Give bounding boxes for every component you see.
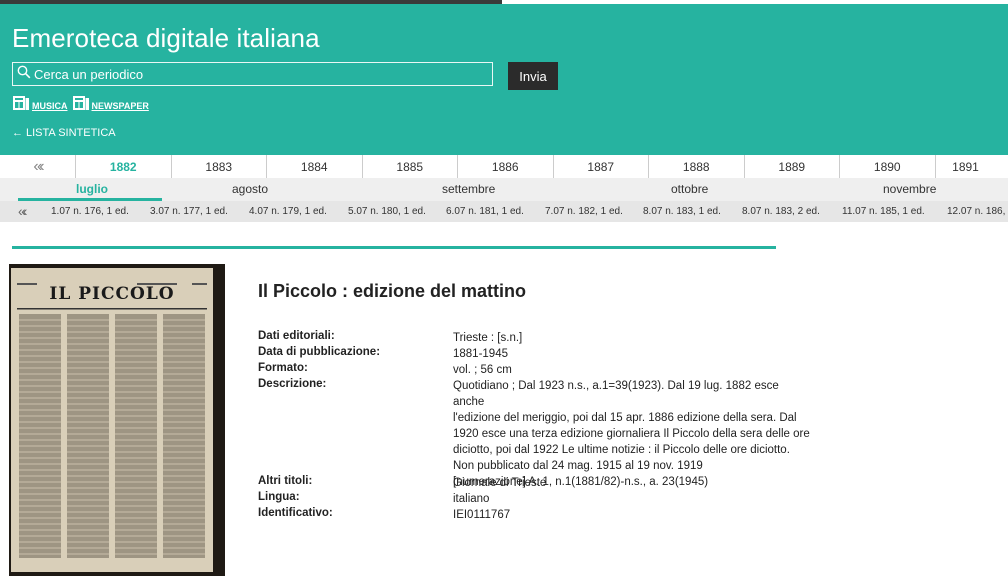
- newspaper-cover-image[interactable]: IL PICCOLO: [9, 264, 225, 576]
- site-title: Emeroteca digitale italiana: [12, 23, 320, 53]
- meta-value: 1881-1945: [453, 348, 508, 360]
- year-navigation: «‹ 1882 1883 1884 1885 1886 1887 1888 18…: [0, 155, 1008, 178]
- month-tab-agosto[interactable]: agosto: [232, 182, 268, 196]
- month-tab-novembre[interactable]: novembre: [883, 182, 936, 196]
- year-tab-1888[interactable]: 1888: [649, 155, 745, 178]
- month-tab-luglio[interactable]: luglio: [76, 182, 108, 196]
- newspaper-icon: [12, 95, 30, 116]
- newspaper-page: IL PICCOLO: [11, 268, 213, 572]
- search-box[interactable]: [12, 62, 493, 86]
- link-newspaper[interactable]: NEWSPAPER: [72, 95, 149, 116]
- year-tab-1886[interactable]: 1886: [458, 155, 554, 178]
- site-header: Emeroteca digitale italiana Invia MUSICA…: [0, 4, 1008, 155]
- meta-label: Data di pubblicazione:: [258, 346, 381, 358]
- meta-value: IEI0111767: [453, 509, 511, 521]
- link-newspaper-label[interactable]: NEWSPAPER: [92, 101, 149, 111]
- meta-value: Giornale di Trieste: [453, 477, 547, 489]
- description-line: Non pubblicato dal 24 mag. 1915 al 19 no…: [453, 460, 703, 472]
- page: Emeroteca digitale italiana Invia MUSICA…: [0, 0, 1008, 588]
- arrow-left-icon: ←: [12, 127, 23, 139]
- link-musica-label[interactable]: MUSICA: [32, 101, 68, 111]
- section-divider: [12, 246, 776, 249]
- description-line: l'edizione del meriggio, poi dal 15 apr.…: [453, 412, 797, 424]
- meta-label: Dati editoriali:: [258, 330, 335, 342]
- issue-item[interactable]: 6.07 n. 181, 1 ed.: [446, 206, 524, 217]
- issue-item[interactable]: 5.07 n. 180, 1 ed.: [348, 206, 426, 217]
- meta-value-descrizione: Quotidiano ; Dal 1923 n.s., a.1=39(1923)…: [453, 378, 813, 490]
- issue-navigation: «‹ 1.07 n. 176, 1 ed. 3.07 n. 177, 1 ed.…: [0, 201, 1008, 222]
- meta-label: Formato:: [258, 362, 308, 374]
- year-tab-1882[interactable]: 1882: [76, 155, 172, 178]
- meta-label: Altri titoli:: [258, 475, 313, 487]
- meta-label: Identificativo:: [258, 507, 333, 519]
- issue-item[interactable]: 8.07 n. 183, 1 ed.: [643, 206, 721, 217]
- meta-label: Lingua:: [258, 491, 300, 503]
- issue-item[interactable]: 12.07 n. 186,: [947, 206, 1005, 217]
- newspaper-icon: [72, 95, 90, 116]
- record-title: Il Piccolo : edizione del mattino: [258, 281, 527, 301]
- newspaper-masthead: IL PICCOLO: [49, 284, 175, 304]
- year-tab-1884[interactable]: 1884: [267, 155, 363, 178]
- back-to-list-label: LISTA SINTETICA: [26, 127, 116, 139]
- year-tab-1889[interactable]: 1889: [745, 155, 840, 178]
- year-tab-1890[interactable]: 1890: [840, 155, 936, 178]
- back-to-list-link[interactable]: ← LISTA SINTETICA: [12, 127, 116, 139]
- issue-item[interactable]: 11.07 n. 185, 1 ed.: [842, 206, 925, 217]
- meta-value: vol. ; 56 cm: [453, 364, 512, 376]
- description-line: diciotto, poi dal 1922 Le ultime notizie…: [453, 444, 790, 456]
- year-prev-button[interactable]: «‹: [0, 155, 76, 178]
- year-tab-1883[interactable]: 1883: [172, 155, 267, 178]
- description-line: Quotidiano ; Dal 1923 n.s., a.1=39(1923)…: [453, 380, 779, 408]
- issue-item[interactable]: 8.07 n. 183, 2 ed.: [742, 206, 820, 217]
- issue-item[interactable]: 3.07 n. 177, 1 ed.: [150, 206, 228, 217]
- newspaper-text-columns: [17, 308, 207, 558]
- search-icon: [17, 65, 31, 84]
- month-navigation: luglio agosto settembre ottobre novembre: [0, 178, 1008, 201]
- meta-value: Trieste : [s.n.]: [453, 332, 523, 344]
- issue-item[interactable]: 7.07 n. 182, 1 ed.: [545, 206, 623, 217]
- meta-value: italiano: [453, 493, 490, 505]
- submit-button[interactable]: Invia: [508, 62, 558, 90]
- collection-links: MUSICA NEWSPAPER: [12, 95, 149, 116]
- month-tab-ottobre[interactable]: ottobre: [671, 182, 708, 196]
- meta-label: Descrizione:: [258, 378, 327, 390]
- description-line: 1920 esce una terza edizione giornaliera…: [453, 428, 810, 440]
- search-input[interactable]: [31, 64, 471, 84]
- month-tab-settembre[interactable]: settembre: [442, 182, 495, 196]
- year-tab-1887[interactable]: 1887: [554, 155, 649, 178]
- issue-prev-button[interactable]: «‹: [18, 203, 28, 219]
- year-tab-1891[interactable]: 1891: [936, 155, 996, 178]
- link-musica[interactable]: MUSICA: [12, 95, 68, 116]
- issue-item[interactable]: 4.07 n. 179, 1 ed.: [249, 206, 327, 217]
- issue-item[interactable]: 1.07 n. 176, 1 ed.: [51, 206, 129, 217]
- year-tab-1885[interactable]: 1885: [363, 155, 458, 178]
- masthead-strip: [17, 274, 207, 285]
